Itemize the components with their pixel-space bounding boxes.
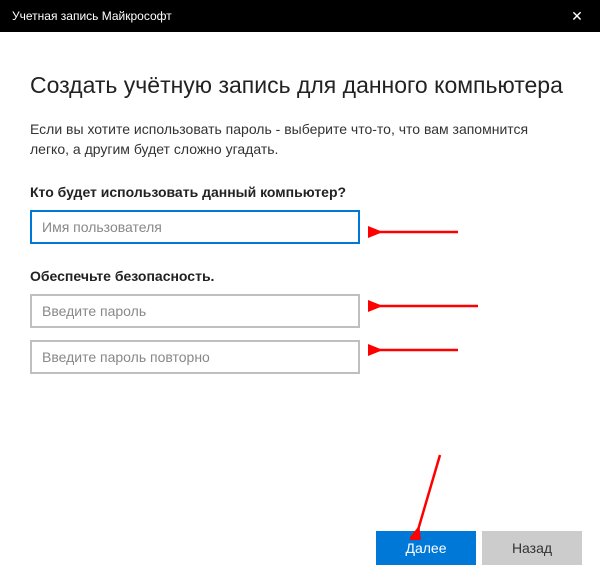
window-title: Учетная запись Майкрософт: [12, 9, 172, 23]
username-input[interactable]: [30, 210, 360, 244]
password-confirm-input[interactable]: [30, 340, 360, 374]
next-button[interactable]: Далее: [376, 531, 476, 565]
page-heading: Создать учётную запись для данного компь…: [30, 72, 570, 99]
close-button[interactable]: ✕: [554, 0, 600, 32]
titlebar: Учетная запись Майкрософт ✕: [0, 0, 600, 32]
password-input[interactable]: [30, 294, 360, 328]
security-section-label: Обеспечьте безопасность.: [30, 268, 570, 284]
content-area: Создать учётную запись для данного компь…: [0, 32, 600, 386]
close-icon: ✕: [571, 8, 583, 25]
annotation-arrow: [410, 450, 450, 540]
footer-buttons: Далее Назад: [376, 531, 582, 565]
user-section-label: Кто будет использовать данный компьютер?: [30, 184, 570, 200]
back-button[interactable]: Назад: [482, 531, 582, 565]
page-description: Если вы хотите использовать пароль - выб…: [30, 119, 570, 160]
